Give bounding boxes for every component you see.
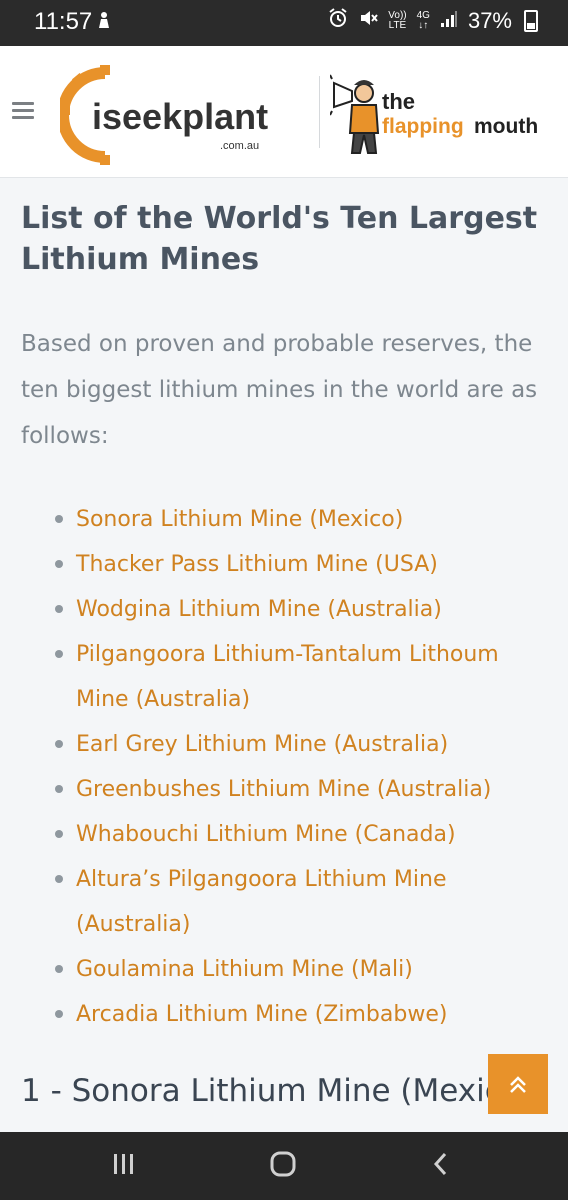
flap-logo-word-flapping: flapping xyxy=(382,115,464,138)
flapping-mouth-logo[interactable]: the flapping mouth xyxy=(330,71,555,161)
site-header: iseekplant .com.au the flapping mouth xyxy=(0,46,568,178)
scroll-top-button[interactable] xyxy=(488,1054,548,1114)
status-icons: Vo)) LTE 4G ↓↑ 37% xyxy=(328,8,538,34)
list-item[interactable]: Whabouchi Lithium Mine (Canada) xyxy=(55,812,535,857)
list-item[interactable]: Wodgina Lithium Mine (Australia) xyxy=(55,587,535,632)
volte-indicator: Vo)) LTE xyxy=(388,11,406,31)
lte-label: LTE xyxy=(388,20,407,31)
section-heading: List of the World's Ten Largest Lithium … xyxy=(21,201,538,277)
megaphone-man-icon xyxy=(330,74,380,154)
signal-icon xyxy=(440,8,458,34)
list-item[interactable]: Earl Grey Lithium Mine (Australia) xyxy=(55,722,535,767)
system-nav-bar xyxy=(0,1132,568,1200)
home-icon[interactable] xyxy=(269,1150,297,1182)
alarm-icon xyxy=(328,8,348,34)
notification-icon xyxy=(96,10,112,35)
flap-logo-line1: the xyxy=(382,89,415,114)
logo-wordmark: iseekplant xyxy=(92,96,268,137)
network-indicator: 4G ↓↑ xyxy=(417,11,430,31)
flap-logo-word-mouth: mouth xyxy=(474,115,538,138)
list-item[interactable]: Arcadia Lithium Mine (Zimbabwe) xyxy=(55,992,535,1037)
battery-icon xyxy=(524,10,538,32)
mute-icon xyxy=(358,8,379,34)
list-item[interactable]: Pilgangoora Lithium-Tantalum Lithoum Min… xyxy=(55,632,535,722)
logo-domain: .com.au xyxy=(220,140,259,152)
list-item[interactable]: Greenbushes Lithium Mine (Australia) xyxy=(55,767,535,812)
status-bar: 11:57 Vo)) LTE 4G ↓↑ 37% xyxy=(0,0,568,46)
mines-list: Sonora Lithium Mine (Mexico) Thacker Pas… xyxy=(55,497,535,1037)
status-time: 11:57 xyxy=(34,8,93,35)
data-arrows-icon: ↓↑ xyxy=(418,20,429,31)
article-content: List of the World's Ten Largest Lithium … xyxy=(0,178,568,1132)
back-icon[interactable] xyxy=(431,1150,451,1182)
intro-paragraph: Based on proven and probable reserves, t… xyxy=(21,331,538,449)
list-item[interactable]: Altura’s Pilgangoora Lithium Mine (Austr… xyxy=(55,857,535,947)
subsection-heading: 1 - Sonora Lithium Mine (Mexico) xyxy=(21,1073,533,1109)
battery-level: 37% xyxy=(467,8,512,33)
list-item[interactable]: Goulamina Lithium Mine (Mali) xyxy=(55,947,535,992)
hamburger-icon[interactable] xyxy=(12,102,34,120)
list-item[interactable]: Thacker Pass Lithium Mine (USA) xyxy=(55,542,535,587)
list-item[interactable]: Sonora Lithium Mine (Mexico) xyxy=(55,497,535,542)
double-chevron-up-icon xyxy=(510,1076,526,1093)
iseekplant-logo[interactable]: iseekplant .com.au xyxy=(60,65,270,165)
header-divider xyxy=(319,76,320,148)
recent-apps-icon[interactable] xyxy=(112,1150,136,1182)
